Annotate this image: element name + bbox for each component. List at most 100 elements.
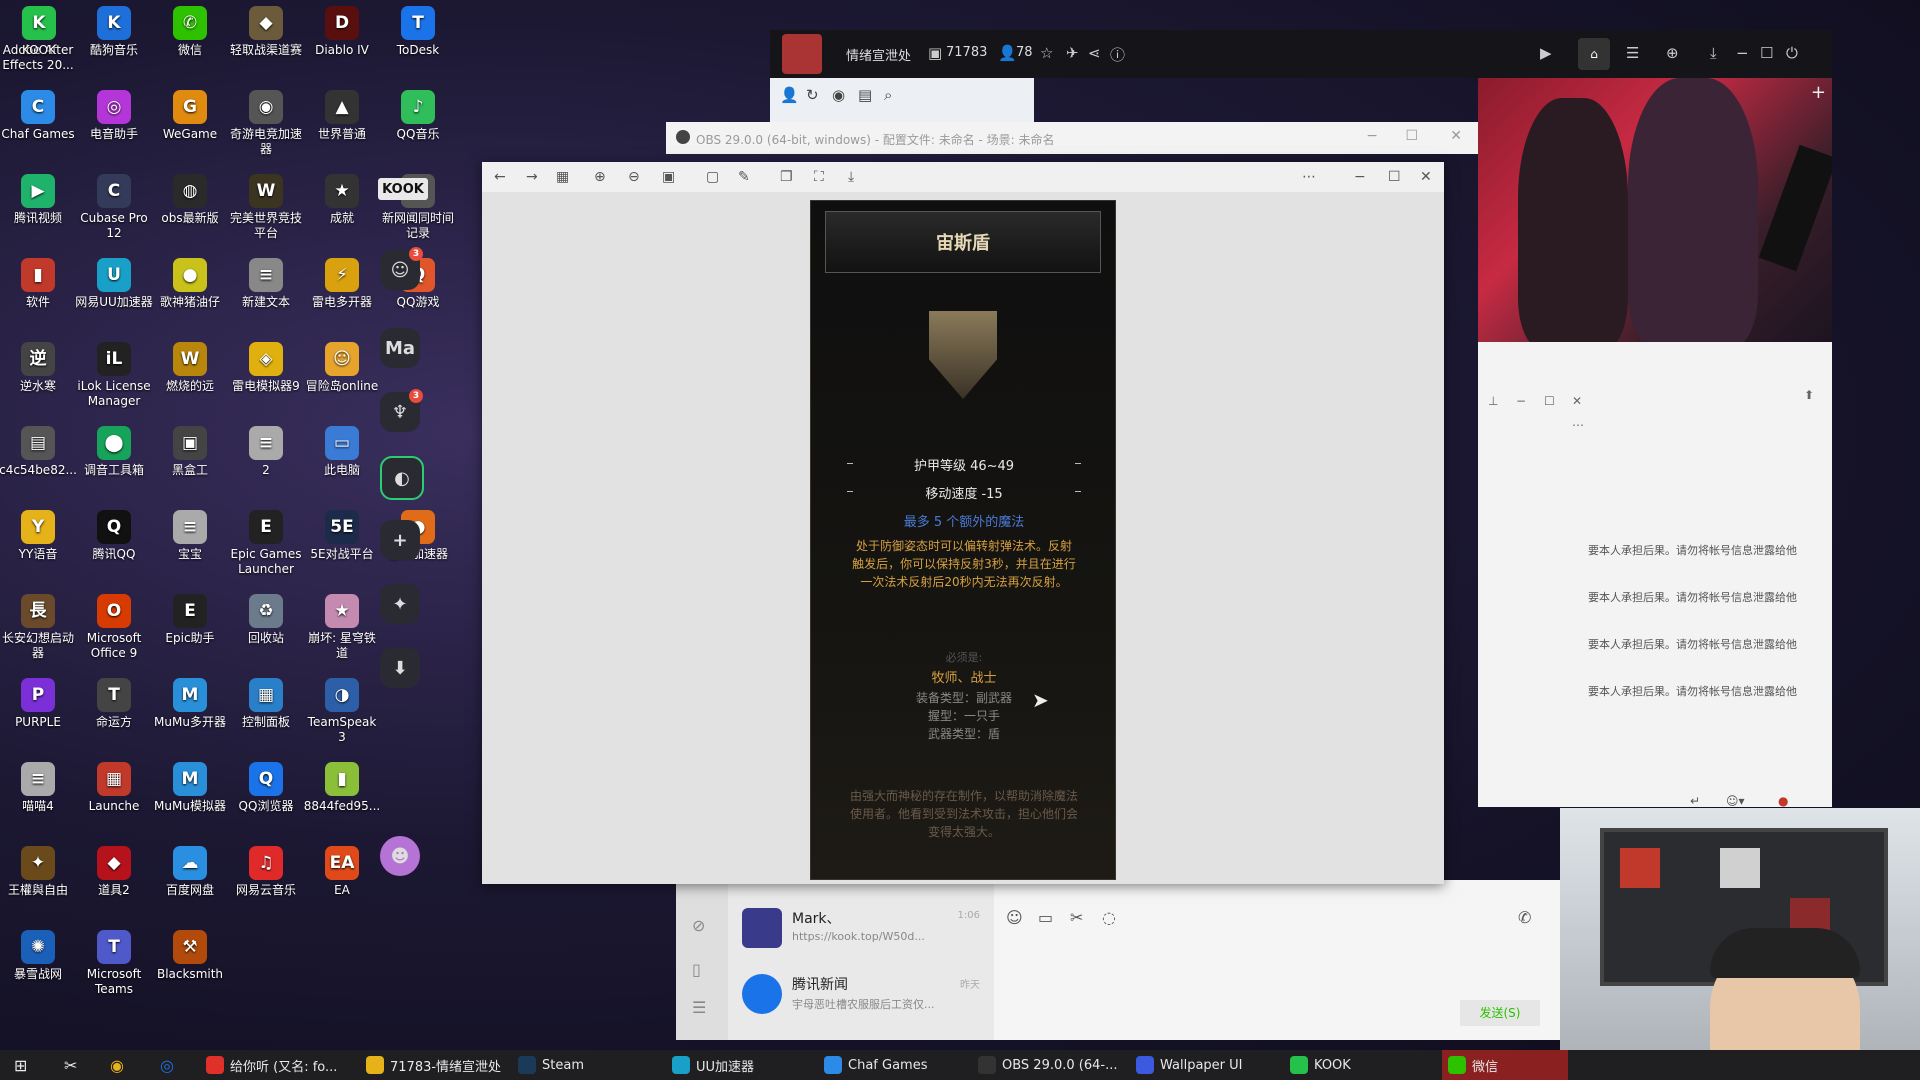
- taskbar-app-button[interactable]: UU加速器: [672, 1050, 802, 1080]
- conversation-item[interactable]: Mark、 https://kook.top/W50d... 1:06: [732, 900, 992, 960]
- add-server-icon[interactable]: +: [380, 520, 420, 560]
- desktop-icon[interactable]: K KOOK: [0, 6, 78, 58]
- save-icon[interactable]: ⤓: [848, 169, 854, 185]
- fit-icon[interactable]: ▣: [662, 169, 675, 185]
- more-icon[interactable]: ⋯: [1572, 418, 1584, 432]
- desktop-icon[interactable]: ☁ 百度网盘: [151, 846, 229, 898]
- message-composer[interactable]: ☺ ▭ ✂ ◌ ✆ 发送(S): [994, 880, 1564, 1040]
- desktop-icon[interactable]: ▣ 黑盒工: [151, 426, 229, 478]
- emoji-icon[interactable]: ☺: [1006, 908, 1023, 927]
- desktop-icon[interactable]: ◉ 奇游电竞加速器: [227, 90, 305, 157]
- server-active-icon[interactable]: ◐: [380, 456, 424, 500]
- yy-icon[interactable]: ◉: [110, 1050, 124, 1080]
- maximize-icon[interactable]: ☐: [1544, 394, 1555, 408]
- desktop-icon[interactable]: 5E 5E对战平台: [303, 510, 381, 562]
- location-icon[interactable]: ◉: [832, 86, 845, 104]
- desktop-icon[interactable]: ☺ 冒险岛online: [303, 342, 381, 394]
- desktop-icon[interactable]: W 完美世界竞技平台: [227, 174, 305, 241]
- desktop-icon[interactable]: iL iLok License Manager: [75, 342, 153, 409]
- desktop-icon[interactable]: E Epic Games Launcher: [227, 510, 305, 577]
- desktop-icon[interactable]: ▤ c4c54be82...: [0, 426, 77, 478]
- fullscreen-icon[interactable]: ⛶: [814, 169, 824, 185]
- desktop-icon[interactable]: ≡ 新建文本: [227, 258, 305, 310]
- desktop-icon[interactable]: ◆ 轻取战渠道赛: [227, 6, 305, 58]
- desktop-icon[interactable]: P PURPLE: [0, 678, 77, 730]
- desktop-icon[interactable]: ▶ 腾讯视频: [0, 174, 77, 226]
- server-ma-button[interactable]: Ma: [380, 328, 420, 368]
- desktop-icon[interactable]: M MuMu模拟器: [151, 762, 229, 814]
- desktop-icon[interactable]: ▮ 8844fed95...: [303, 762, 381, 814]
- taskbar-app-button[interactable]: KOOK: [1290, 1050, 1380, 1080]
- discover-icon[interactable]: ✦: [380, 584, 420, 624]
- info-icon[interactable]: ⓘ: [1110, 44, 1125, 65]
- desktop-icon[interactable]: ⬤ 调音工具箱: [75, 426, 153, 478]
- zoom-in-icon[interactable]: ⊕: [594, 169, 606, 185]
- desktop-icon[interactable]: 逆逆水寒: [0, 342, 77, 394]
- desktop-icon[interactable]: ▦ Launche: [75, 762, 153, 814]
- desktop-icon[interactable]: ◎ 电音助手: [75, 90, 153, 142]
- kook-logo[interactable]: KOOK: [378, 178, 428, 200]
- pin-icon[interactable]: ⊥: [1488, 394, 1498, 408]
- edit-icon[interactable]: ✎: [738, 169, 750, 185]
- desktop-icon[interactable]: T ToDesk: [379, 6, 457, 58]
- pin-icon[interactable]: ✈: [1066, 44, 1079, 62]
- desktop-icon[interactable]: ★ 崩坏: 星穹铁道: [303, 594, 381, 661]
- desktop-icon[interactable]: EA EA: [303, 846, 381, 898]
- desktop-icon[interactable]: ⚒ Blacksmith: [151, 930, 229, 982]
- close-icon[interactable]: ✕: [1450, 128, 1462, 144]
- desktop-icon[interactable]: O Microsoft Office 9: [75, 594, 153, 661]
- desktop-icon[interactable]: W 燃烧的远: [151, 342, 229, 394]
- taskbar-app-button[interactable]: 给你听 (又名: fo...: [206, 1050, 354, 1080]
- desktop-icon[interactable]: ✺ 暴雪战网: [0, 930, 77, 982]
- chat-icon[interactable]: ◌: [1102, 908, 1116, 927]
- desktop-icon[interactable]: G WeGame: [151, 90, 229, 142]
- desktop-icon[interactable]: ◑ TeamSpeak 3: [303, 678, 381, 745]
- rotate-icon[interactable]: ▢: [706, 169, 719, 185]
- forward-icon[interactable]: →: [526, 169, 538, 185]
- desktop-icon[interactable]: ◈ 雷电模拟器9: [227, 342, 305, 394]
- desktop-icon[interactable]: C Chaf Games: [0, 90, 77, 142]
- power-icon[interactable]: ⏻: [1786, 44, 1798, 62]
- user-icon[interactable]: 👤: [780, 86, 799, 104]
- desktop-icon[interactable]: M MuMu多开器: [151, 678, 229, 730]
- desktop-icon[interactable]: ◆ 道具2: [75, 846, 153, 898]
- home-icon[interactable]: ⌂: [1578, 38, 1610, 70]
- minimize-icon[interactable]: −: [1736, 44, 1749, 62]
- more-icon[interactable]: ⋯: [1302, 169, 1316, 185]
- desktop-icon[interactable]: ♪ QQ音乐: [379, 90, 457, 142]
- desktop-icon[interactable]: Q QQ浏览器: [227, 762, 305, 814]
- download-icon[interactable]: ⤓: [1710, 44, 1717, 62]
- record-icon[interactable]: ●: [1778, 794, 1788, 808]
- taskbar-app-button[interactable]: 微信: [1442, 1050, 1568, 1080]
- desktop-icon[interactable]: U 网易UU加速器: [75, 258, 153, 310]
- gamepad-icon[interactable]: ⊕: [1666, 44, 1679, 62]
- desktop-icon[interactable]: ● 歌神猪油仔: [151, 258, 229, 310]
- desktop-icon[interactable]: ✆ 微信: [151, 6, 229, 58]
- desktop-icon[interactable]: E Epic助手: [151, 594, 229, 646]
- maximize-icon[interactable]: ☐: [1405, 128, 1418, 144]
- tool-icon[interactable]: ✂: [64, 1050, 77, 1080]
- desktop-icon[interactable]: D Diablo IV: [303, 6, 381, 58]
- video-icon[interactable]: ▶: [1540, 44, 1552, 62]
- link-icon[interactable]: ⊘: [692, 916, 705, 935]
- back-icon[interactable]: ←: [494, 169, 506, 185]
- chat-bubble-icon[interactable]: ☺ 3: [380, 247, 423, 290]
- phone-icon[interactable]: ▯: [692, 960, 701, 979]
- desktop-icon[interactable]: ≡ 2: [227, 426, 305, 478]
- desktop-icon[interactable]: ★ 成就: [303, 174, 381, 226]
- folder-icon[interactable]: ▭: [1038, 908, 1053, 927]
- desktop-icon[interactable]: ◍ obs最新版: [151, 174, 229, 226]
- start-icon[interactable]: ⊞: [14, 1050, 27, 1080]
- desktop-icon[interactable]: Y YY语音: [0, 510, 77, 562]
- desktop-icon[interactable]: ♫ 网易云音乐: [227, 846, 305, 898]
- conversation-item[interactable]: 腾讯新闻 宇母恶吐槽农服服后工资仅... 昨天: [732, 966, 992, 1026]
- download-icon[interactable]: ⬇: [380, 648, 420, 688]
- desktop-icon[interactable]: ♻ 回收站: [227, 594, 305, 646]
- desktop-icon[interactable]: T Microsoft Teams: [75, 930, 153, 997]
- star-icon[interactable]: ☆: [1040, 44, 1053, 62]
- grid-icon[interactable]: ▦: [556, 169, 569, 185]
- phone-call-icon[interactable]: ✆: [1518, 908, 1531, 927]
- desktop-icon[interactable]: T 命运方: [75, 678, 153, 730]
- server-icon[interactable]: ♆ 3: [380, 389, 423, 432]
- desktop-icon[interactable]: ▭ 此电脑: [303, 426, 381, 478]
